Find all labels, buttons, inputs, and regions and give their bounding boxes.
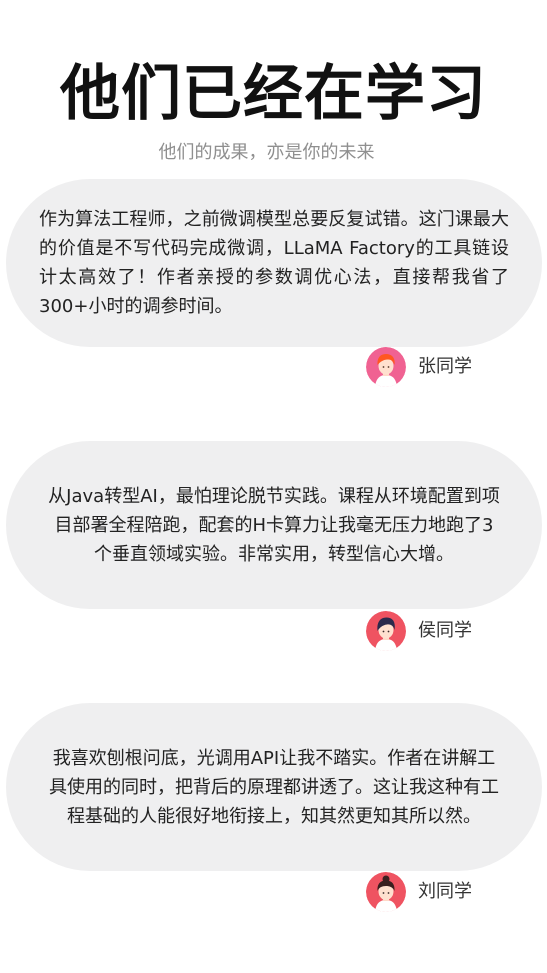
author-name: 张同学 — [418, 356, 472, 377]
testimonial-card: 作为算法工程师，之前微调模型总要反复试错。这门课最大的价值是不写代码完成微调，L… — [6, 179, 542, 347]
testimonial-author: 张同学 — [366, 347, 472, 387]
student-avatar-orange-hair-icon — [366, 347, 406, 387]
page-title: 他们已经在学习 — [60, 59, 487, 129]
testimonial-author: 刘同学 — [366, 872, 472, 912]
testimonial-card: 我喜欢刨根问底，光调用API让我不踏实。作者在讲解工具使用的同时，把背后的原理都… — [6, 703, 542, 871]
testimonial-text: 从Java转型AI，最怕理论脱节实践。课程从环境配置到项目部署全程陪跑，配套的H… — [48, 485, 500, 565]
testimonial-text: 作为算法工程师，之前微调模型总要反复试错。这门课最大的价值是不写代码完成微调，L… — [39, 209, 509, 317]
author-name: 侯同学 — [418, 620, 472, 641]
testimonial-card: 从Java转型AI，最怕理论脱节实践。课程从环境配置到项目部署全程陪跑，配套的H… — [6, 441, 542, 609]
page-subtitle: 他们的成果，亦是你的未来 — [158, 142, 375, 163]
author-name: 刘同学 — [418, 881, 472, 902]
testimonial-author: 侯同学 — [366, 611, 472, 651]
student-avatar-bun-hair-icon — [366, 872, 406, 912]
student-avatar-dark-hair-icon — [366, 611, 406, 651]
testimonial-text: 我喜欢刨根问底，光调用API让我不踏实。作者在讲解工具使用的同时，把背后的原理都… — [49, 747, 499, 827]
